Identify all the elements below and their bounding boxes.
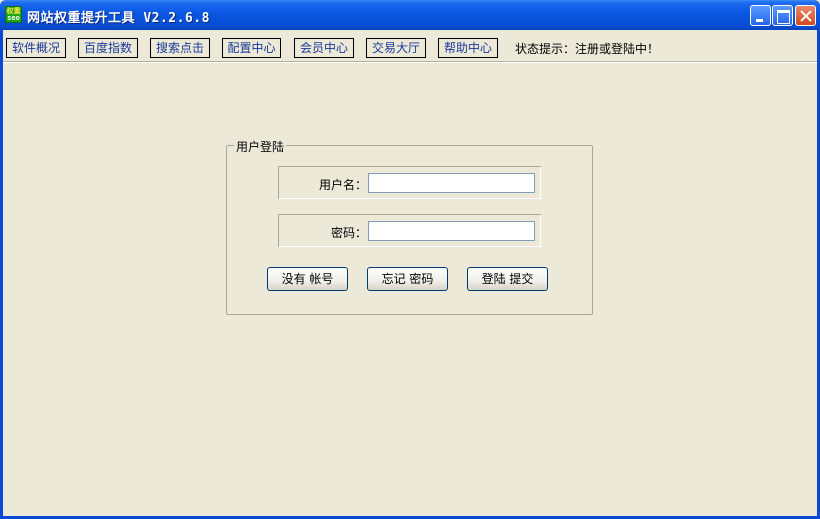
menu-item-search-click[interactable]: 搜索点击 [150,38,210,58]
menu-item-software-overview[interactable]: 软件概况 [6,38,66,58]
username-input[interactable] [368,173,535,193]
menu-item-trading-hall[interactable]: 交易大厅 [366,38,426,58]
menu-item-baidu-index[interactable]: 百度指数 [78,38,138,58]
login-group: 用户登陆 用户名： 密码： 没有 帐号 忘记 密码 登陆 提交 [226,138,593,315]
app-icon-bottom-text: seo [7,14,20,22]
maximize-icon[interactable] [772,5,793,26]
login-group-title: 用户登陆 [234,138,287,155]
register-button[interactable]: 没有 帐号 [267,267,348,291]
menu-item-config-center[interactable]: 配置中心 [222,38,281,58]
username-row: 用户名： [278,166,541,199]
menu-bar: 软件概况 百度指数 搜索点击 配置中心 会员中心 交易大厅 帮助中心 状态提示：… [3,30,817,63]
login-submit-button[interactable]: 登陆 提交 [467,267,548,291]
close-icon[interactable] [795,5,816,26]
menu-item-help-center[interactable]: 帮助中心 [438,38,498,58]
username-label: 用户名： [318,178,367,192]
password-input[interactable] [368,221,535,241]
password-label: 密码： [330,226,367,240]
title-bar[interactable]: 权重 seo 网站权重提升工具 V2.2.6.8 [0,0,820,30]
password-row: 密码： [278,214,541,247]
menu-item-member-center[interactable]: 会员中心 [294,38,354,58]
minimize-icon[interactable] [750,5,771,26]
app-window: 权重 seo 网站权重提升工具 V2.2.6.8 软件概况 百度指数 搜索点击 … [0,0,820,519]
forgot-password-button[interactable]: 忘记 密码 [367,267,448,291]
window-title: 网站权重提升工具 V2.2.6.8 [27,11,210,26]
app-icon: 权重 seo [5,6,22,23]
client-area: 软件概况 百度指数 搜索点击 配置中心 会员中心 交易大厅 帮助中心 状态提示：… [3,30,817,516]
status-text: 状态提示：注册或登陆中！ [515,42,660,56]
